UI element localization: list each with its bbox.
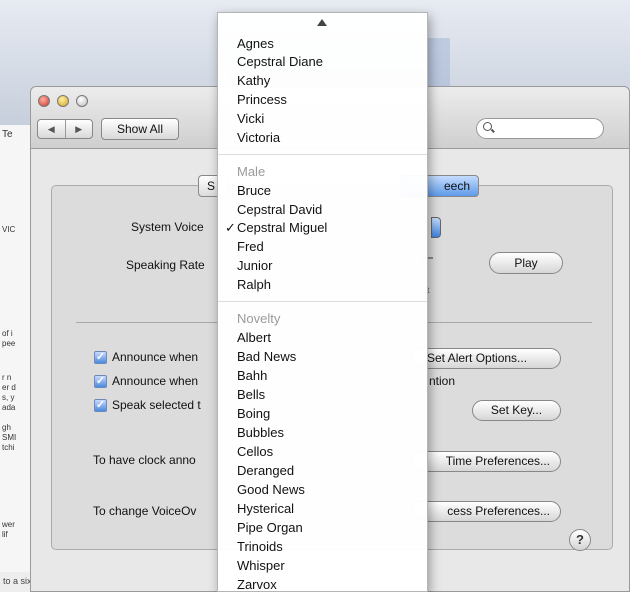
scroll-up-arrow-icon[interactable] [317, 19, 327, 26]
menu-item-boing[interactable]: Boing [237, 405, 270, 422]
menu-item-good-news[interactable]: Good News [237, 481, 305, 498]
search-icon [483, 122, 492, 131]
menu-item-kathy[interactable]: Kathy [237, 72, 270, 89]
menu-item-victoria[interactable]: Victoria [237, 129, 280, 146]
voiceover-label: To change VoiceOv [93, 504, 197, 518]
menu-header-male: Male [237, 164, 266, 179]
menu-item-hysterical[interactable]: Hysterical [237, 500, 294, 517]
open-universal-access-preferences-button[interactable]: cess Preferences... [411, 501, 561, 522]
back-forward-control: ◀ ▶ [37, 119, 93, 139]
menu-item-deranged[interactable]: Deranged [237, 462, 294, 479]
clock-label: To have clock anno [93, 453, 196, 467]
show-all-button[interactable]: Show All [101, 118, 179, 140]
menu-item-pipe-organ[interactable]: Pipe Organ [237, 519, 303, 536]
menu-item-whisper[interactable]: Whisper [237, 557, 285, 574]
search-field[interactable] [476, 118, 604, 139]
system-voice-label: System Voice [131, 220, 204, 234]
set-alert-options-button[interactable]: Set Alert Options... [411, 348, 561, 369]
forward-button[interactable]: ▶ [64, 120, 93, 138]
menu-item-princess[interactable]: Princess [237, 91, 287, 108]
menu-separator [218, 301, 427, 302]
menu-item-cellos[interactable]: Cellos [237, 443, 273, 460]
menu-item-cepstral-diane[interactable]: Cepstral Diane [237, 53, 323, 70]
speak-selected-label: Speak selected t [112, 398, 201, 412]
play-button[interactable]: Play [489, 252, 563, 274]
system-voice-menu: Agnes Cepstral Diane Kathy Princess Vick… [217, 12, 428, 592]
menu-item-agnes[interactable]: Agnes [237, 35, 274, 52]
menu-item-cepstral-david[interactable]: Cepstral David [237, 201, 322, 218]
menu-item-zarvox[interactable]: Zarvox [237, 576, 277, 591]
menu-header-novelty: Novelty [237, 311, 281, 326]
menu-item-vicki[interactable]: Vicki [237, 110, 264, 127]
announce-app-checkbox[interactable]: ✓ [94, 375, 107, 388]
menu-item-bad-news[interactable]: Bad News [237, 348, 296, 365]
menu-item-bruce[interactable]: Bruce [237, 182, 271, 199]
close-button[interactable] [38, 95, 50, 107]
announce-app-label: Announce when [112, 374, 199, 388]
speak-selected-checkbox[interactable]: ✓ [94, 399, 107, 412]
help-button[interactable]: ? [569, 529, 591, 551]
menu-item-fred[interactable]: Fred [237, 238, 264, 255]
system-voice-popup[interactable] [431, 217, 441, 238]
menu-item-albert[interactable]: Albert [237, 329, 271, 346]
menu-item-ralph[interactable]: Ralph [237, 276, 271, 293]
announce-alerts-label: Announce when [112, 350, 199, 364]
menu-separator [218, 154, 427, 155]
zoom-button[interactable] [76, 95, 88, 107]
menu-item-junior[interactable]: Junior [237, 257, 272, 274]
menu-item-trinoids[interactable]: Trinoids [237, 538, 283, 555]
menu-item-bells[interactable]: Bells [237, 386, 265, 403]
set-key-button[interactable]: Set Key... [472, 400, 561, 421]
open-date-time-preferences-button[interactable]: Time Preferences... [411, 451, 561, 472]
menu-item-cepstral-miguel[interactable]: Cepstral Miguel [237, 219, 327, 236]
checkmark-icon: ✓ [225, 220, 236, 235]
menu-item-bubbles[interactable]: Bubbles [237, 424, 284, 441]
menu-item-bahh[interactable]: Bahh [237, 367, 267, 384]
minimize-button[interactable] [57, 95, 69, 107]
speaking-rate-label: Speaking Rate [126, 258, 205, 272]
announce-alerts-checkbox[interactable]: ✓ [94, 351, 107, 364]
announce-app-label-tail: ntion [429, 374, 456, 388]
back-button[interactable]: ◀ [38, 120, 65, 138]
